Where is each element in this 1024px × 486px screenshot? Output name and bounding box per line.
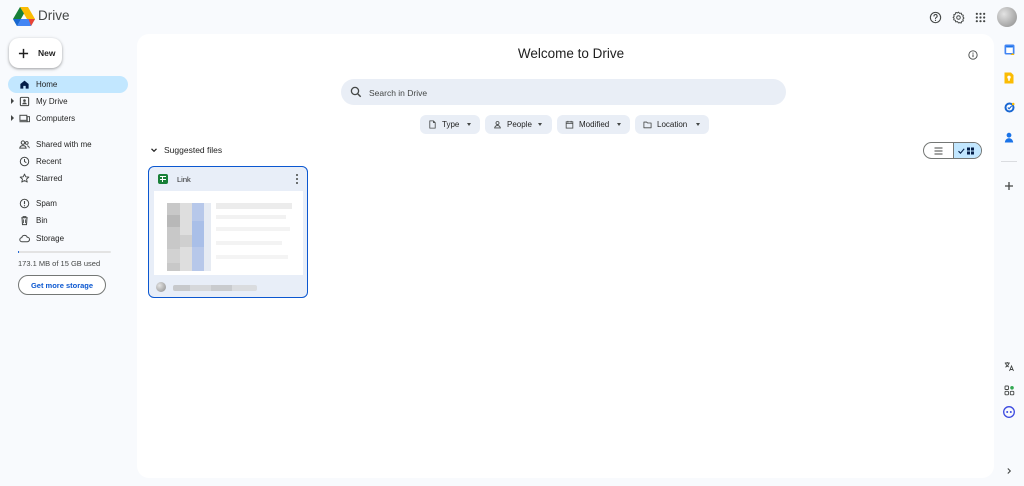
chevron-down-icon <box>467 123 471 126</box>
home-icon <box>20 80 29 89</box>
top-bar: Drive <box>0 0 1024 34</box>
drive-logo-icon[interactable] <box>13 6 35 26</box>
chevron-down-icon <box>538 123 542 126</box>
sidebar-item-starred[interactable]: Starred <box>8 170 128 187</box>
calendar-app-icon[interactable] <box>1003 43 1015 55</box>
expand-panel-chevron-icon[interactable] <box>1003 465 1015 477</box>
apps-grid-icon[interactable] <box>972 9 988 25</box>
sidebar-item-spam[interactable]: Spam <box>8 195 128 212</box>
file-name: Link <box>177 175 191 184</box>
sidebar-item-label: Spam <box>36 199 57 208</box>
rail-divider <box>1001 161 1017 162</box>
filter-chip-location[interactable]: Location <box>635 115 709 134</box>
more-options-icon[interactable] <box>295 174 299 184</box>
extension-grid-icon[interactable] <box>1003 384 1015 396</box>
get-more-storage-button[interactable]: Get more storage <box>18 275 106 295</box>
sidebar-item-home[interactable]: Home <box>8 76 128 93</box>
sidebar-item-computers[interactable]: Computers <box>8 110 128 127</box>
expand-caret-icon[interactable] <box>11 98 14 104</box>
sidebar-item-recent[interactable]: Recent <box>8 153 128 170</box>
assistant-bot-icon[interactable] <box>1003 406 1015 418</box>
search-bar[interactable]: Search in Drive <box>341 79 786 105</box>
chevron-down-icon <box>617 123 621 126</box>
plus-icon <box>18 48 29 58</box>
filter-chip-people[interactable]: People <box>485 115 552 134</box>
sheets-icon <box>158 174 168 184</box>
person-icon <box>494 121 501 129</box>
owner-avatar <box>156 282 166 292</box>
storage-usage-text: 173.1 MB of 15 GB used <box>18 259 101 268</box>
sidebar-item-label: My Drive <box>36 97 68 106</box>
account-avatar[interactable] <box>997 7 1017 27</box>
my-drive-icon <box>19 96 30 107</box>
filter-chip-label: Type <box>442 120 460 129</box>
settings-gear-icon[interactable] <box>950 9 966 25</box>
sidebar-item-label: Shared with me <box>36 140 92 149</box>
folder-icon <box>643 121 652 129</box>
redacted-text <box>173 285 257 291</box>
clock-icon <box>19 156 30 167</box>
chevron-down-icon <box>151 148 157 153</box>
info-icon[interactable] <box>968 50 978 60</box>
file-card[interactable]: Link <box>148 166 308 298</box>
computers-icon <box>19 114 30 123</box>
main-panel: Welcome to Drive Search in Drive Type Pe… <box>137 34 994 478</box>
view-toggle[interactable] <box>923 142 982 159</box>
filter-chip-type[interactable]: Type <box>420 115 480 134</box>
sidebar-item-label: Starred <box>36 174 63 183</box>
add-app-plus-icon[interactable] <box>1003 180 1015 192</box>
people-icon <box>19 140 30 149</box>
chevron-down-icon <box>696 123 700 126</box>
search-input-placeholder: Search in Drive <box>369 88 428 98</box>
contacts-app-icon[interactable] <box>1003 131 1015 143</box>
trash-icon <box>21 216 28 226</box>
new-button-label: New <box>38 48 56 58</box>
list-view-button[interactable] <box>924 143 953 158</box>
tasks-app-icon[interactable] <box>1003 101 1015 113</box>
search-icon[interactable] <box>350 86 362 98</box>
star-icon <box>19 173 30 183</box>
sidebar-item-label: Computers <box>36 114 76 123</box>
list-view-icon <box>934 146 943 155</box>
file-card-footer <box>149 275 307 297</box>
keep-app-icon[interactable] <box>1003 72 1015 84</box>
sidebar-item-my-drive[interactable]: My Drive <box>8 93 128 110</box>
sidebar-item-label: Bin <box>36 216 48 225</box>
file-icon <box>429 120 436 129</box>
sidebar-item-label: Home <box>36 80 58 89</box>
cloud-icon <box>19 234 30 243</box>
help-icon[interactable] <box>927 9 943 25</box>
file-thumbnail <box>154 191 303 275</box>
filter-chip-modified[interactable]: Modified <box>557 115 630 134</box>
storage-usage-fill <box>18 251 20 253</box>
sidebar-item-storage[interactable]: Storage <box>8 230 128 247</box>
calendar-icon <box>565 120 574 129</box>
sidebar-item-label: Recent <box>36 157 62 166</box>
storage-usage-bar <box>18 251 111 253</box>
grid-view-checked-icon <box>958 147 975 154</box>
section-title: Suggested files <box>164 145 223 155</box>
filter-chip-label: People <box>507 120 532 129</box>
sidebar-item-bin[interactable]: Bin <box>8 212 128 229</box>
spam-icon <box>19 198 30 209</box>
app-brand: Drive <box>38 8 70 23</box>
expand-caret-icon[interactable] <box>11 115 14 121</box>
filter-chip-label: Location <box>657 120 688 129</box>
grid-view-button[interactable] <box>952 143 981 158</box>
suggested-files-toggle[interactable]: Suggested files <box>150 145 222 155</box>
sidebar-item-label: Storage <box>36 234 65 243</box>
sidebar-item-shared-with-me[interactable]: Shared with me <box>8 136 128 153</box>
translate-icon[interactable] <box>1003 360 1015 372</box>
file-card-header: Link <box>149 167 307 191</box>
new-button[interactable]: New <box>9 38 62 68</box>
filter-chip-label: Modified <box>579 120 610 129</box>
page-title: Welcome to Drive <box>517 46 625 61</box>
